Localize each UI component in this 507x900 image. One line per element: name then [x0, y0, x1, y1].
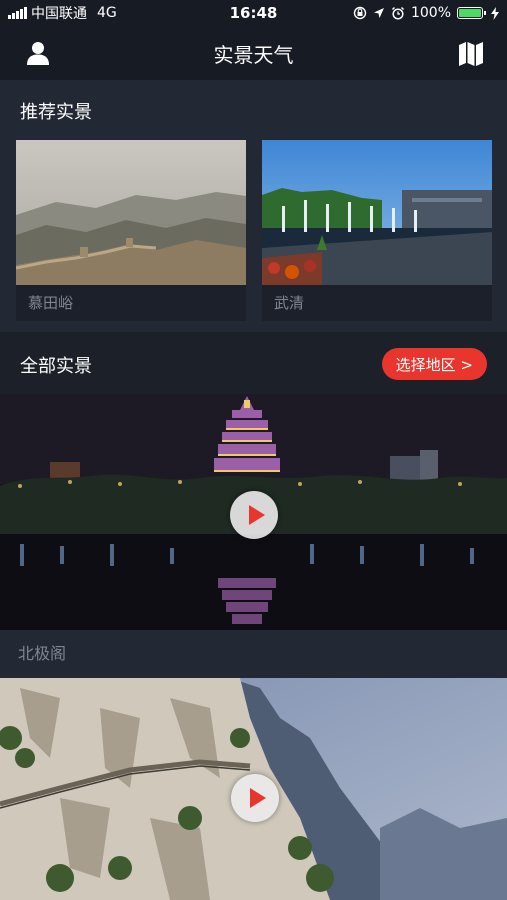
fountain-plaza-photo — [262, 140, 492, 285]
play-icon — [249, 788, 266, 808]
select-region-button[interactable]: 选择地区 > — [381, 348, 487, 380]
status-bar: 中国联通 4G 16:48 100% — [0, 0, 507, 26]
recommended-label: 慕田峪 — [28, 294, 74, 312]
play-button[interactable] — [231, 774, 279, 822]
play-button[interactable] — [230, 491, 278, 539]
carrier-name: 中国联通 — [31, 6, 87, 22]
great-wall-photo — [16, 140, 246, 285]
battery-percent: 100% — [410, 5, 451, 21]
battery-fill — [459, 9, 481, 17]
recommended-card-wuqing[interactable]: 武清 — [262, 140, 492, 321]
play-icon — [248, 505, 265, 525]
location-icon — [373, 8, 384, 18]
all-section-header: 全部实景 选择地区 > — [0, 332, 507, 394]
alarm-icon — [391, 6, 404, 20]
map-icon[interactable] — [457, 40, 485, 66]
scene-label-beijige: 北极阁 — [0, 630, 507, 678]
orientation-lock-icon — [353, 6, 367, 20]
all-title: 全部实景 — [20, 356, 92, 377]
nav-bar: 实景天气 — [0, 26, 507, 80]
battery-icon — [457, 7, 486, 19]
signal-icon — [8, 7, 27, 19]
page-title: 实景天气 — [213, 42, 294, 67]
charging-icon — [491, 6, 499, 20]
network-type: 4G — [97, 5, 117, 21]
recommended-section: 推荐实景 慕田峪 武清 — [0, 80, 507, 332]
scene-card-mountain[interactable] — [0, 678, 507, 900]
user-icon[interactable] — [24, 39, 52, 67]
recommended-title: 推荐实景 — [20, 102, 92, 123]
recommended-label: 武清 — [274, 294, 305, 312]
scene-card-beijige[interactable] — [0, 394, 507, 630]
recommended-card-mutianyu[interactable]: 慕田峪 — [16, 140, 246, 321]
